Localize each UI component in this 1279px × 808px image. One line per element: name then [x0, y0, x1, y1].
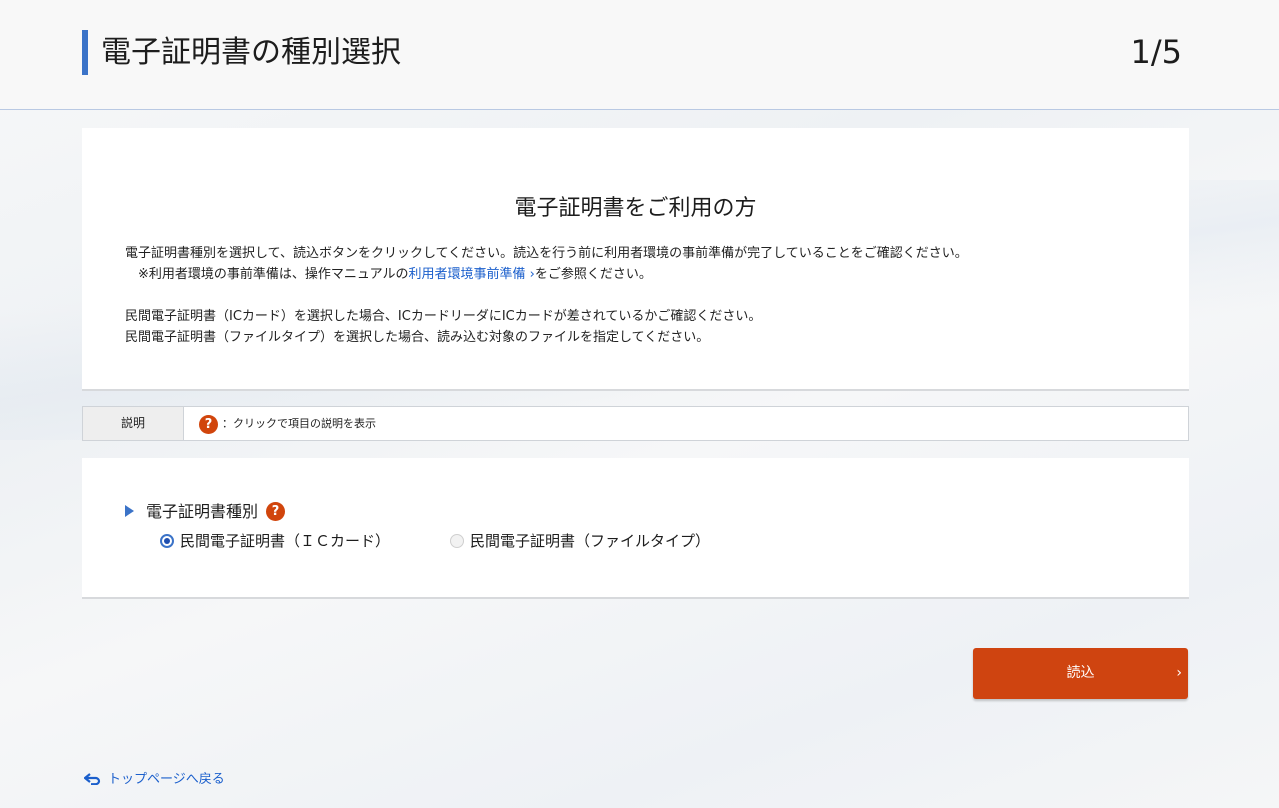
- back-to-top-link[interactable]: トップページへ戻る: [83, 771, 225, 789]
- env-preparation-link[interactable]: 利用者環境事前準備 ›: [409, 267, 535, 282]
- info-line-4: 民間電子証明書（ファイルタイプ）を選択した場合、読み込む対象のファイルを指定して…: [125, 330, 710, 345]
- description-content: ? ：クリックで項目の説明を表示: [199, 414, 376, 434]
- description-label: 説明: [83, 407, 184, 440]
- page-title: 電子証明書の種別選択: [101, 35, 401, 70]
- field-label: 電子証明書種別: [146, 502, 259, 521]
- radio-button-unselected[interactable]: [450, 533, 464, 548]
- title-accent-bar: [82, 30, 88, 75]
- read-button-label: 読込: [1066, 665, 1095, 681]
- radio-label-ic-card: 民間電子証明書（ＩＣカード）: [180, 532, 391, 550]
- info-line-2-suffix: をご参照ください。: [534, 267, 652, 282]
- radio-option-ic-card[interactable]: 民間電子証明書（ＩＣカード）: [160, 530, 390, 552]
- field-certificate-type: 電子証明書種別?: [125, 501, 286, 523]
- description-text: ：クリックで項目の説明を表示: [222, 417, 376, 430]
- triangle-right-icon: [125, 504, 134, 517]
- info-line-1: 電子証明書種別を選択して、読込ボタンをクリックしてください。読込を行う前に利用者…: [125, 246, 968, 261]
- help-icon[interactable]: ?: [266, 502, 286, 521]
- page-header: 電子証明書の種別選択 1/5: [0, 0, 1279, 110]
- radio-option-file-type[interactable]: 民間電子証明書（ファイルタイプ）: [450, 530, 710, 552]
- return-arrow-icon: [83, 772, 101, 785]
- env-preparation-link-label: 利用者環境事前準備: [408, 267, 526, 282]
- description-bar: 説明 ? ：クリックで項目の説明を表示: [82, 406, 1189, 441]
- info-line-2-prefix: ※利用者環境の事前準備は、操作マニュアルの: [138, 267, 409, 282]
- radio-button-selected[interactable]: [160, 533, 174, 548]
- form-panel: 電子証明書種別? 民間電子証明書（ＩＣカード） 民間電子証明書（ファイルタイプ）: [82, 458, 1189, 597]
- info-text: 電子証明書種別を選択して、読込ボタンをクリックしてください。読込を行う前に利用者…: [125, 243, 968, 348]
- radio-label-file-type: 民間電子証明書（ファイルタイプ）: [470, 532, 711, 550]
- help-icon: ?: [199, 414, 218, 434]
- info-line-3: 民間電子証明書（ICカード）を選択した場合、ICカードリーダにICカードが差され…: [125, 309, 762, 324]
- step-indicator: 1/5: [1130, 33, 1183, 71]
- info-line-2: ※利用者環境の事前準備は、操作マニュアルの利用者環境事前準備 ›をご参照ください…: [125, 264, 968, 285]
- chevron-right-icon: ›: [1176, 665, 1182, 681]
- info-title: 電子証明書をご利用の方: [514, 196, 757, 221]
- back-link-label: トップページへ戻る: [108, 772, 225, 787]
- read-button[interactable]: 読込 ›: [973, 648, 1188, 699]
- info-panel: 電子証明書をご利用の方 電子証明書種別を選択して、読込ボタンをクリックしてくださ…: [82, 128, 1189, 389]
